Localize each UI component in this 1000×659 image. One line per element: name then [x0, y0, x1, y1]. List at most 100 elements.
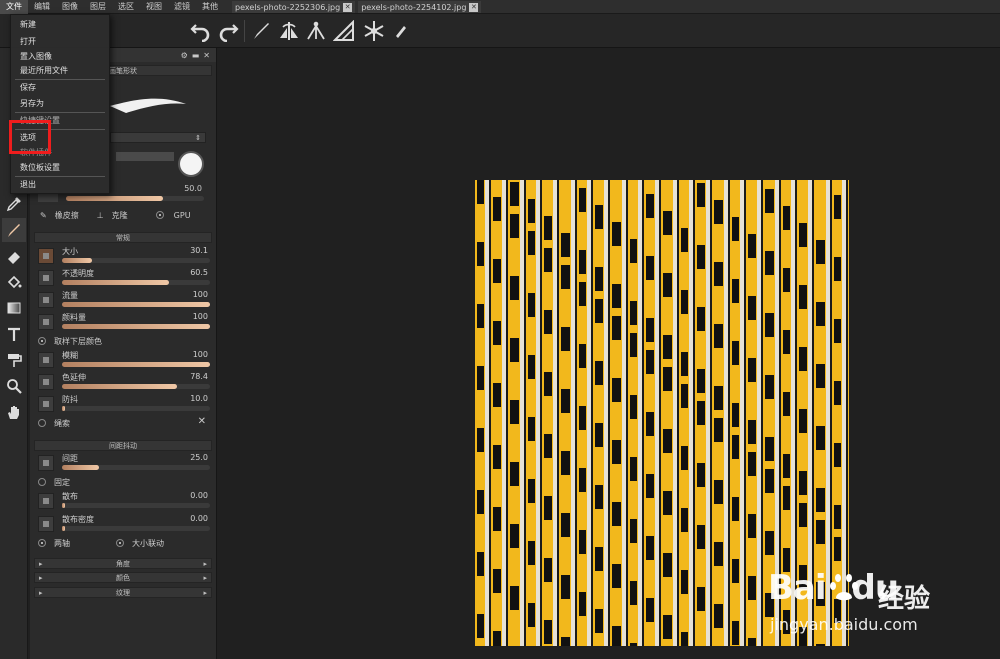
scatter-density-toggle[interactable] [38, 516, 54, 532]
eraser-small-icon[interactable]: ✎ [40, 211, 47, 220]
lasso-radio[interactable] [38, 419, 46, 427]
ruler-icon[interactable] [332, 19, 356, 43]
close-icon[interactable]: ✕ [343, 2, 353, 12]
menu-image[interactable]: 图像 [56, 0, 84, 14]
prop-slider[interactable] [62, 465, 210, 470]
prop-slider[interactable] [62, 526, 210, 531]
prop-slider[interactable] [62, 302, 210, 307]
hand-icon[interactable] [2, 400, 26, 424]
paint-amount-toggle[interactable] [38, 314, 54, 330]
menu-tablet-settings[interactable]: 数位板设置 [11, 162, 109, 174]
menu-view[interactable]: 视图 [140, 0, 168, 14]
prop-slider[interactable] [62, 324, 210, 329]
size-toggle[interactable] [38, 248, 54, 264]
size-link-radio[interactable] [116, 539, 124, 547]
prop-scatter-density[interactable]: 散布密度 0.00 [36, 514, 212, 534]
menu-place-image[interactable]: 置入图像 [11, 51, 109, 63]
prop-size[interactable]: 大小 30.1 [36, 246, 212, 266]
menu-open[interactable]: 打开 [11, 36, 109, 48]
prop-value: 0.00 [190, 491, 208, 500]
blur-toggle[interactable] [38, 352, 54, 368]
prop-blur[interactable]: 模糊 100 [36, 350, 212, 370]
eraser-icon[interactable] [2, 244, 26, 268]
snowflake-icon[interactable] [362, 19, 386, 43]
close-icon[interactable]: ✕ [469, 2, 479, 12]
prop-slider[interactable] [62, 258, 210, 263]
size-link-option[interactable]: 大小联动 [116, 537, 164, 549]
menu-divider [15, 112, 105, 113]
gradient-icon[interactable] [2, 296, 26, 320]
section-general[interactable]: 常规 [34, 232, 212, 243]
fixed-option[interactable]: 固定 [38, 476, 70, 488]
fixed-radio[interactable] [38, 478, 46, 486]
menu-filter[interactable]: 滤镜 [168, 0, 196, 14]
paint-roller-icon[interactable] [2, 348, 26, 372]
color-swatch[interactable] [178, 151, 204, 177]
prop-color-extend[interactable]: 色延伸 78.4 [36, 372, 212, 392]
scatter-toggle[interactable] [38, 493, 54, 509]
sample-layer-radio[interactable] [38, 337, 46, 345]
section-spacing-jitter[interactable]: 间距抖动 [34, 440, 212, 451]
prop-stabilizer[interactable]: 防抖 10.0 [36, 394, 212, 414]
menu-file[interactable]: 文件 [0, 0, 28, 14]
brush-preset-select[interactable]: ⇕ [110, 132, 206, 143]
prop-slider[interactable] [62, 384, 210, 389]
text-icon[interactable] [2, 322, 26, 346]
prop-value: 25.0 [190, 453, 208, 462]
gear-icon[interactable]: ⚙ [181, 51, 188, 60]
minimize-icon[interactable]: ▬ [192, 51, 200, 60]
menu-save[interactable]: 保存 [11, 82, 109, 94]
document-tab[interactable]: pexels-photo-2254102.jpg ✕ [358, 1, 482, 13]
menu-save-as[interactable]: 另存为 [11, 98, 109, 110]
opacity-toggle[interactable] [38, 270, 54, 286]
prop-spacing[interactable]: 间距 25.0 [36, 453, 212, 473]
prop-slider[interactable] [62, 362, 210, 367]
symmetry-icon[interactable] [277, 19, 301, 43]
menu-layer[interactable]: 图层 [84, 0, 112, 14]
stamp-icon[interactable]: ⊥ [97, 211, 104, 220]
eraser-option[interactable]: 橡皮擦 [55, 210, 79, 221]
undo-icon[interactable] [189, 19, 213, 43]
prop-label: 模糊 [62, 351, 78, 360]
menu-select[interactable]: 选区 [112, 0, 140, 14]
brush-icon[interactable] [249, 19, 273, 43]
sample-layer-option[interactable]: 取样下层颜色 [38, 335, 102, 347]
tool-options-row: ✎ 橡皮擦 ⊥ 克隆 GPU [40, 209, 212, 221]
flow-toggle[interactable] [38, 292, 54, 308]
menu-recent-files[interactable]: 最近所用文件 [11, 65, 109, 77]
menu-new[interactable]: 新建 [11, 19, 109, 31]
prop-flow[interactable]: 流量 100 [36, 290, 212, 310]
zoom-icon[interactable] [2, 374, 26, 398]
gpu-radio[interactable] [155, 211, 164, 219]
eyedropper-icon[interactable] [2, 192, 26, 216]
stabilizer-toggle[interactable] [38, 396, 54, 412]
perspective-icon[interactable] [304, 19, 328, 43]
prop-slider[interactable] [62, 406, 210, 411]
redo-icon[interactable] [216, 19, 240, 43]
paintbrush-icon[interactable] [2, 218, 26, 242]
wrench-icon[interactable]: ✕ [198, 416, 206, 427]
prop-opacity[interactable]: 不透明度 60.5 [36, 268, 212, 288]
section-texture[interactable]: ▸ 纹理 ▸ [34, 587, 212, 598]
menu-exit[interactable]: 退出 [11, 179, 109, 191]
both-axes-option[interactable]: 两轴 [38, 537, 70, 549]
section-color[interactable]: ▸ 颜色 ▸ [34, 572, 212, 583]
color-bar[interactable] [116, 152, 174, 161]
close-icon[interactable]: ✕ [203, 51, 210, 60]
menu-other[interactable]: 其他 [196, 0, 224, 14]
prop-slider[interactable] [62, 280, 210, 285]
menu-edit[interactable]: 编辑 [28, 0, 56, 14]
color-extend-toggle[interactable] [38, 374, 54, 390]
spacing-toggle[interactable] [38, 455, 54, 471]
pen-icon[interactable] [389, 19, 413, 43]
clone-option[interactable]: 克隆 [112, 210, 128, 221]
prop-paint-amount[interactable]: 颜料量 100 [36, 312, 212, 332]
brush-opacity-slider[interactable] [66, 196, 204, 201]
prop-slider[interactable] [62, 503, 210, 508]
document-tab[interactable]: pexels-photo-2252306.jpg ✕ [232, 1, 356, 13]
section-angle[interactable]: ▸ 角度 ▸ [34, 558, 212, 569]
lasso-option[interactable]: 绳索 [38, 417, 70, 429]
both-axes-radio[interactable] [38, 539, 46, 547]
prop-scatter[interactable]: 散布 0.00 [36, 491, 212, 511]
fill-bucket-icon[interactable] [2, 270, 26, 294]
